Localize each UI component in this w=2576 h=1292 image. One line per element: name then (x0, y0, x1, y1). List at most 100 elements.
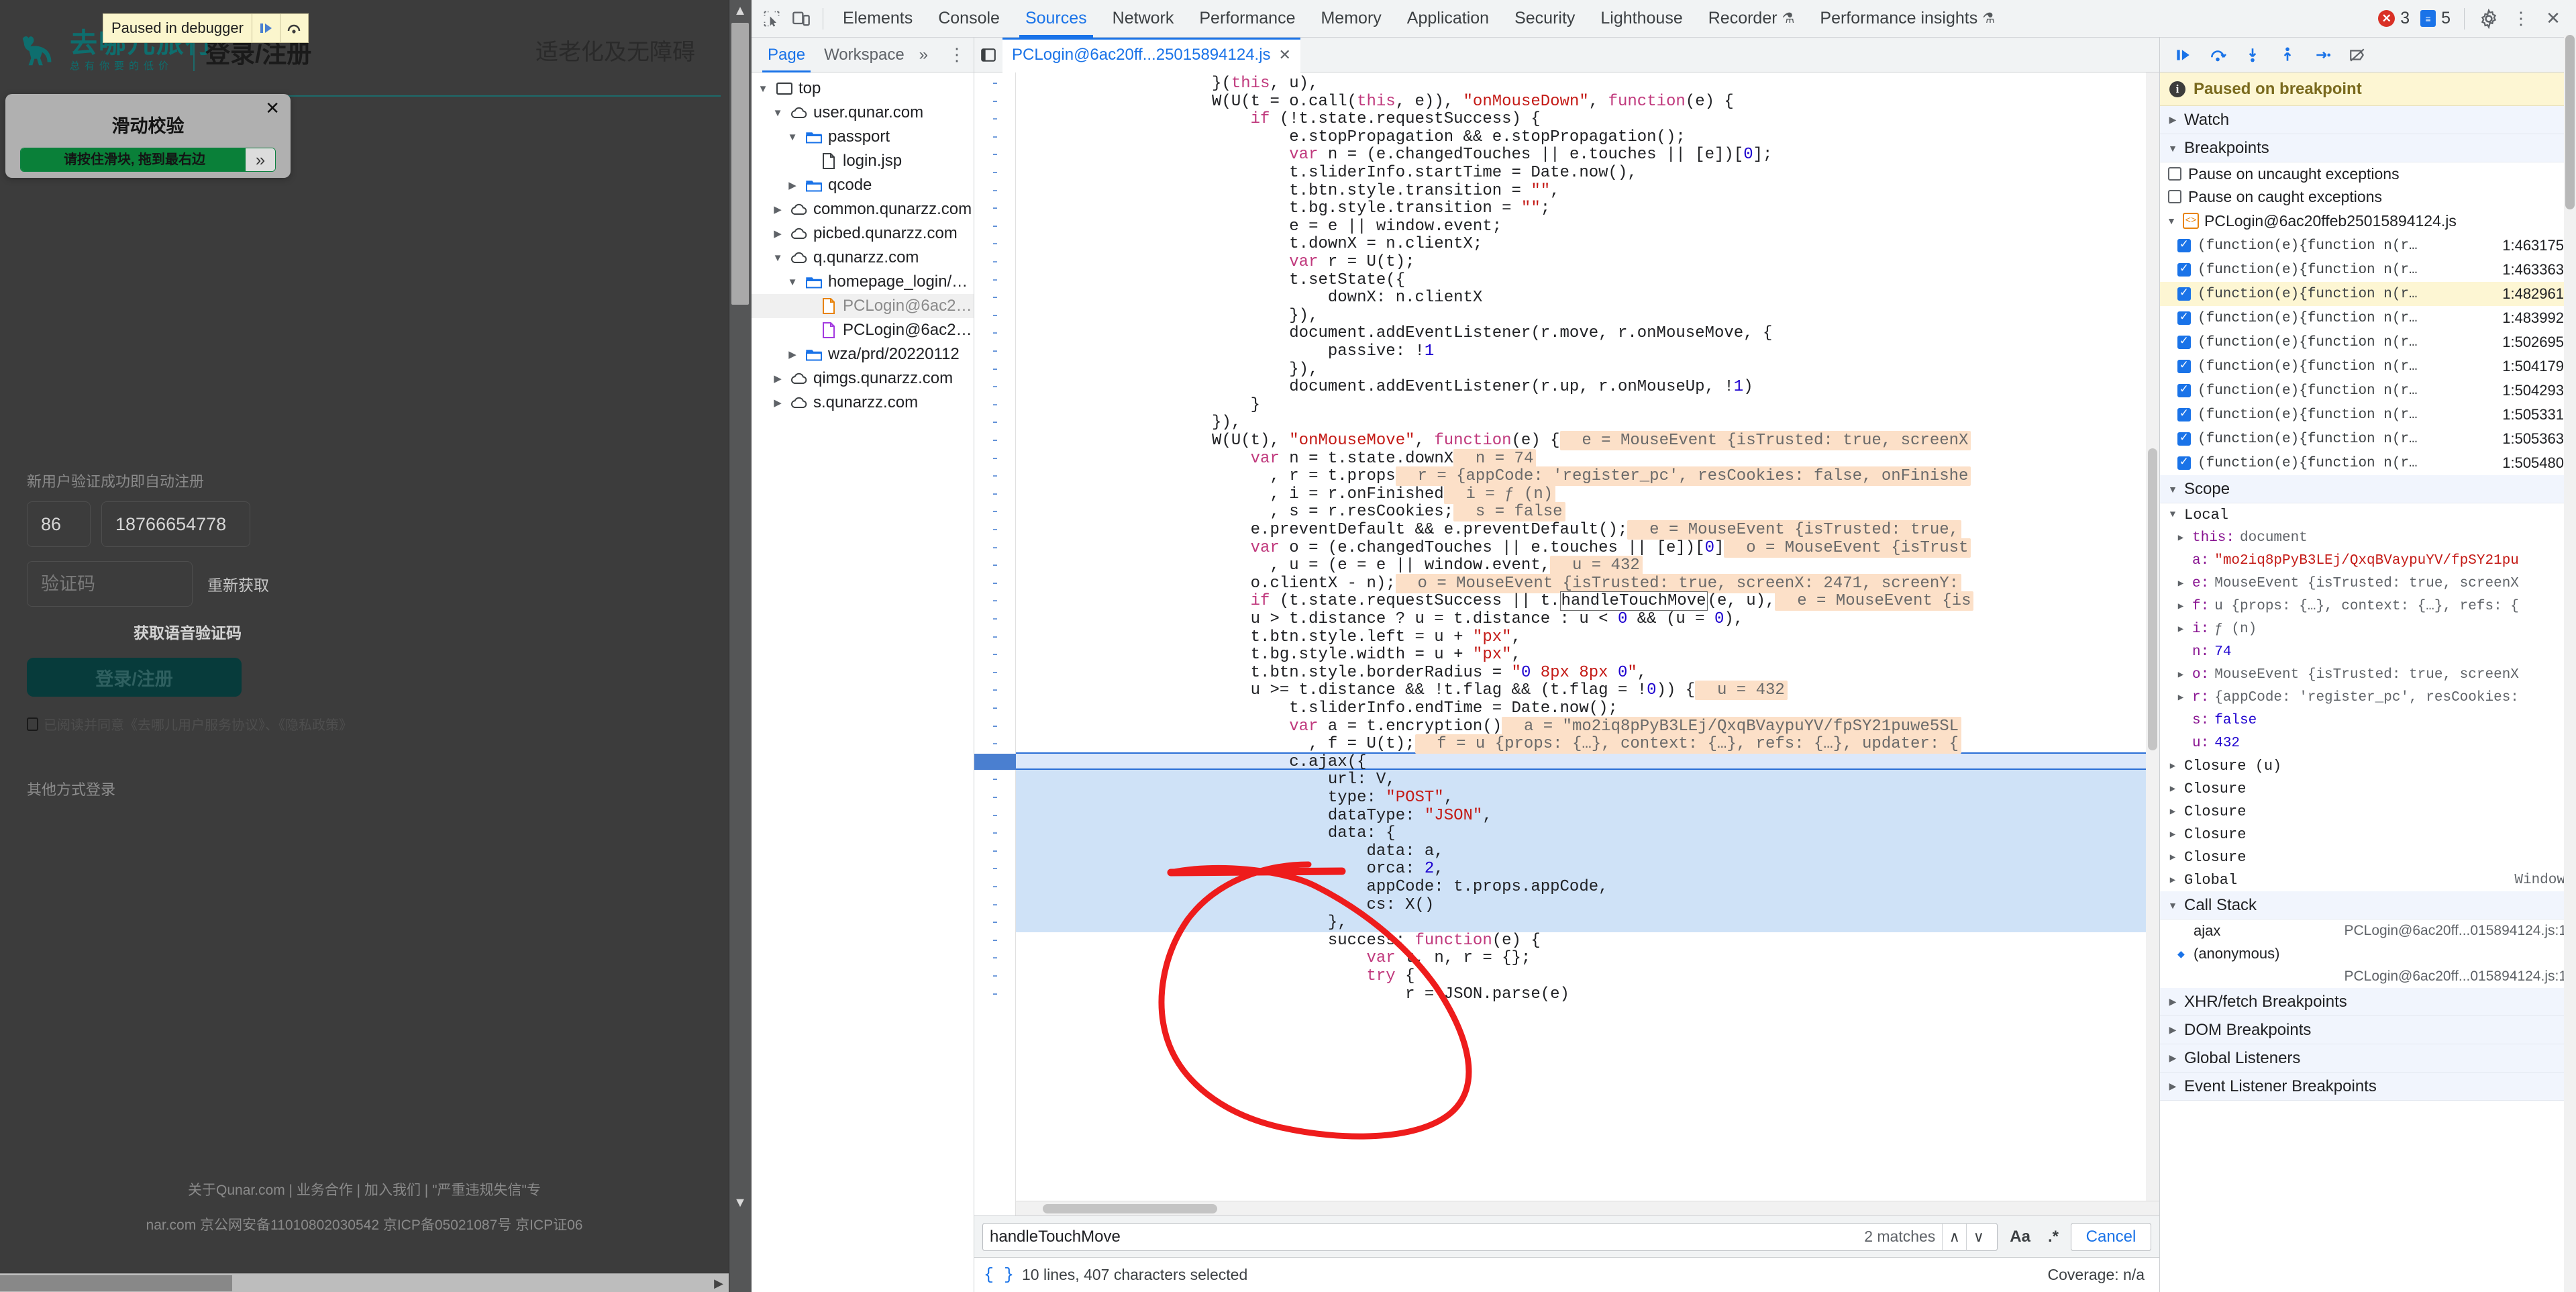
footer-links[interactable]: 关于Qunar.com | 业务合作 | 加入我们 | "严重违规失信"专 (0, 1179, 729, 1199)
gutter-line-marker[interactable]: - (974, 272, 1016, 289)
breakpoint-item[interactable]: (function(e){function n(r…1:505480 (2160, 451, 2576, 475)
gutter-line-marker[interactable]: - (974, 646, 1016, 663)
gutter-line-marker[interactable]: - (974, 897, 1016, 913)
call-stack-frame[interactable]: ◆ (anonymous) (2160, 942, 2576, 965)
settings-gear-icon[interactable] (2474, 4, 2504, 34)
scope-variable[interactable]: ▶ o: MouseEvent {isTrusted: true, screenX (2160, 663, 2576, 686)
captcha-slider-knob[interactable]: » (246, 148, 275, 171)
editor-tab-close-icon[interactable]: ✕ (1279, 46, 1291, 64)
gutter-line-marker[interactable]: - (974, 664, 1016, 681)
file-tree-item[interactable]: ▶ common.qunarzz.com (752, 197, 974, 221)
gutter-line-marker[interactable]: - (974, 164, 1016, 181)
file-tree-item[interactable]: ▶ qimgs.qunarzz.com (752, 366, 974, 391)
scope-variable[interactable]: ▶ i: ƒ (n) (2160, 617, 2576, 640)
scope-closure-item[interactable]: ▶ Closure (2160, 846, 2576, 868)
gutter-line-marker[interactable]: - (974, 914, 1016, 931)
code-vscroll-thumb[interactable] (2148, 448, 2157, 750)
debugger-scrollbar[interactable] (2564, 35, 2576, 1292)
gutter-line-marker[interactable]: - (974, 540, 1016, 556)
navigator-tab-page[interactable]: Page (758, 38, 815, 72)
scope-variable[interactable]: ▶ e: MouseEvent {isTrusted: true, screenX (2160, 572, 2576, 595)
gutter-line-marker[interactable]: - (974, 218, 1016, 235)
code-viewer[interactable]: ----------------------------------------… (974, 72, 2159, 1215)
resend-code-link[interactable]: 重新获取 (207, 573, 269, 595)
section-global-listeners[interactable]: ▶ Global Listeners (2160, 1044, 2576, 1073)
file-tree-item[interactable]: ▶ s.qunarzz.com (752, 391, 974, 415)
gutter-line-marker[interactable]: - (974, 361, 1016, 378)
scope-variable[interactable]: a: "mo2iq8pPyB3LEj/QxqBVaypuYV/fpSY21pu (2160, 549, 2576, 572)
phone-input[interactable] (101, 501, 250, 547)
gutter-line-marker[interactable]: - (974, 200, 1016, 217)
chevron-right-icon[interactable]: ▶ (2175, 601, 2187, 612)
gutter-line-marker[interactable]: - (974, 432, 1016, 449)
gutter-line-marker[interactable]: - (974, 860, 1016, 877)
file-tree-item[interactable]: ▶ picbed.qunarzz.com (752, 221, 974, 246)
inspect-element-icon[interactable] (757, 4, 786, 34)
chevron-right-icon[interactable]: ▶ (2167, 829, 2179, 840)
gutter-line-marker[interactable]: - (974, 397, 1016, 413)
agreement-checkbox[interactable] (27, 717, 38, 731)
scroll-up-icon[interactable]: ▲ (732, 3, 748, 19)
file-tree-item[interactable]: ▼ homepage_login/prd/scripts (752, 270, 974, 294)
devtools-tab-performance[interactable]: Performance (1186, 0, 1308, 38)
gutter-line-marker[interactable]: - (974, 557, 1016, 574)
close-devtools-icon[interactable]: ✕ (2538, 4, 2568, 34)
section-dom-breakpoints[interactable]: ▶ DOM Breakpoints (2160, 1016, 2576, 1044)
gutter-line-marker[interactable]: - (974, 825, 1016, 842)
step-over-button[interactable] (2202, 40, 2234, 70)
step-into-button[interactable] (2236, 40, 2269, 70)
breakpoint-checkbox[interactable] (2177, 407, 2191, 421)
gutter-line-marker[interactable]: - (974, 986, 1016, 1003)
breakpoint-item[interactable]: (function(e){function n(r…1:502695 (2160, 330, 2576, 354)
file-tree-item[interactable]: ▼ q.qunarzz.com (752, 246, 974, 270)
devtools-tab-network[interactable]: Network (1100, 0, 1187, 38)
gutter-line-marker[interactable]: - (974, 629, 1016, 646)
devtools-tab-lighthouse[interactable]: Lighthouse (1588, 0, 1695, 38)
gutter-line-marker[interactable]: - (974, 736, 1016, 752)
scope-variable[interactable]: ▶ f: u {props: {…}, context: {…}, refs: { (2160, 595, 2576, 617)
pause-uncaught-checkbox[interactable] (2168, 167, 2181, 181)
chevron-right-icon[interactable]: ▶ (2167, 760, 2179, 772)
voice-code-link[interactable]: 获取语音验证码 (134, 624, 242, 642)
gutter-line-marker[interactable]: - (974, 771, 1016, 788)
file-tree-item[interactable]: ▼ top (752, 77, 974, 101)
device-toolbar-icon[interactable] (786, 4, 816, 34)
devtools-tab-security[interactable]: Security (1502, 0, 1588, 38)
gutter-line-marker[interactable]: - (974, 950, 1016, 966)
editor-tab-pclogin[interactable]: PCLogin@6ac20ff...25015894124.js ✕ (1002, 37, 1300, 72)
breakpoint-item[interactable]: (function(e){function n(r…1:463363 (2160, 258, 2576, 282)
gutter-line-marker[interactable]: - (974, 129, 1016, 146)
section-xhr-breakpoints[interactable]: ▶ XHR/fetch Breakpoints (2160, 988, 2576, 1016)
search-input[interactable] (990, 1227, 1865, 1246)
code-text[interactable]: }(this, u), W(U(t = o.call(this, e)), "o… (1016, 72, 2159, 1215)
page-vscroll-thumb[interactable] (731, 23, 749, 305)
file-tree-item[interactable]: ▶PCLogin@6ac20ffeb2501589 (752, 294, 974, 318)
step-out-button[interactable] (2271, 40, 2304, 70)
country-code-input[interactable] (27, 501, 91, 547)
gutter-line-marker[interactable]: - (974, 75, 1016, 92)
scope-closure-item[interactable]: ▶ Global Window (2160, 868, 2576, 891)
chevron-right-icon[interactable]: ▶ (2167, 852, 2179, 863)
breakpoint-item[interactable]: (function(e){function n(r…1:504179 (2160, 354, 2576, 379)
code-hscroll-thumb[interactable] (1043, 1204, 1217, 1213)
scope-closure-item[interactable]: ▶ Closure (2160, 777, 2576, 800)
gutter-line-marker[interactable]: - (974, 236, 1016, 252)
gutter-line-marker[interactable]: - (974, 450, 1016, 467)
chevron-right-icon[interactable]: ▶ (2175, 624, 2187, 635)
gutter-line-marker[interactable]: - (974, 700, 1016, 717)
gutter-line-marker[interactable]: - (974, 503, 1016, 520)
file-tree-item[interactable]: ▼ user.qunar.com (752, 101, 974, 125)
gutter-line-marker[interactable]: - (974, 146, 1016, 163)
chevron-right-icon[interactable]: ▶ (2175, 532, 2187, 544)
chevron-down-icon[interactable]: ▼ (785, 277, 800, 288)
chevron-down-icon[interactable]: ▼ (770, 107, 785, 119)
chevron-right-icon[interactable]: ▶ (770, 397, 785, 409)
section-watch[interactable]: ▶ Watch (2160, 106, 2576, 134)
devtools-tab-recorder[interactable]: Recorder ⚗ (1696, 0, 1808, 38)
gutter-line-marker[interactable]: - (974, 521, 1016, 538)
other-login-methods-label[interactable]: 其他方式登录 (27, 778, 631, 799)
file-tree-item[interactable]: ▶login.jsp (752, 149, 974, 173)
call-stack-frame[interactable]: ajax PCLogin@6ac20ff...015894124.js:1 (2160, 920, 2576, 942)
gutter-line-marker[interactable]: - (974, 807, 1016, 824)
breakpoint-item[interactable]: (function(e){function n(r…1:482961 (2160, 282, 2576, 306)
